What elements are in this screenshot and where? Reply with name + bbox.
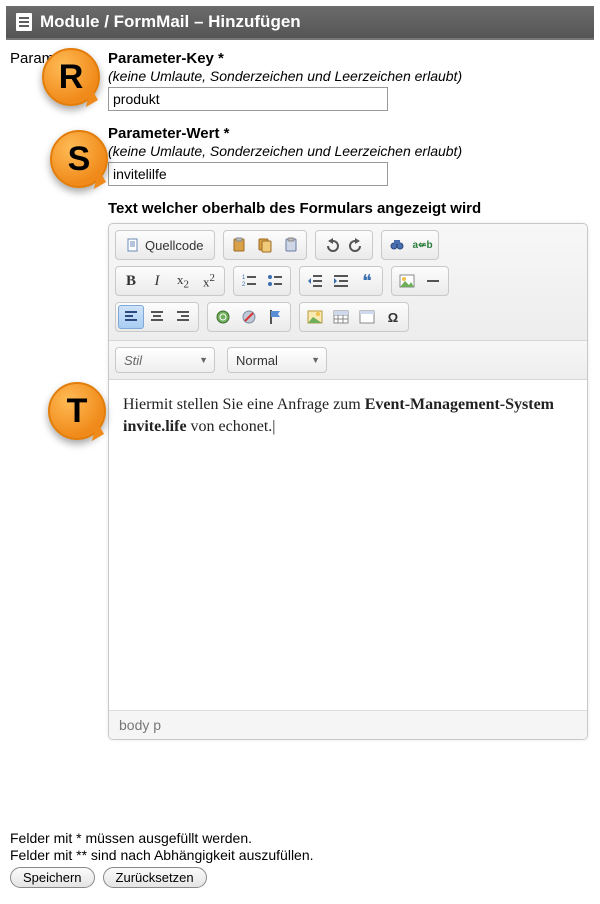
clipboard-paste-icon [283, 237, 299, 253]
link-icon [215, 309, 231, 325]
align-left-button[interactable] [118, 305, 144, 329]
editor-content[interactable]: Hiermit stellen Sie eine Anfrage zum Eve… [109, 380, 587, 710]
align-center-button[interactable] [144, 305, 170, 329]
picture-icon [307, 309, 323, 325]
title-bar: Module / FormMail – Hinzufügen [6, 6, 594, 40]
rich-text-editor: Quellcode [108, 223, 588, 740]
outdent-icon [307, 273, 323, 289]
align-right-icon [175, 309, 191, 325]
label-parameter-value: Parameter-Wert * [108, 125, 588, 142]
copy-button[interactable] [252, 233, 278, 257]
undo-icon [323, 237, 339, 253]
blockquote-icon: ❝ [362, 271, 372, 292]
omega-icon: Ω [388, 310, 398, 325]
editor-text-suffix: von echonet. [187, 418, 273, 435]
label-text-above-form: Text welcher oberhalb des Formulars ange… [108, 200, 588, 217]
italic-icon: I [155, 273, 160, 290]
link-button[interactable] [210, 305, 236, 329]
page-title: Module / FormMail – Hinzufügen [40, 12, 301, 32]
input-parameter-value[interactable] [108, 162, 388, 186]
templates-button[interactable] [354, 305, 380, 329]
bold-button[interactable]: B [118, 269, 144, 293]
chevron-down-icon: ▼ [311, 355, 320, 365]
redo-icon [349, 237, 365, 253]
find-button[interactable] [384, 233, 410, 257]
indent-icon [333, 273, 349, 289]
table-button[interactable] [328, 305, 354, 329]
editor-text-prefix: Hiermit stellen Sie eine Anfrage zum [123, 396, 365, 413]
clipboard-cut-icon [231, 237, 247, 253]
required-note-1: Felder mit * müssen ausgefüllt werden. [10, 830, 590, 846]
numbered-list-button[interactable]: 12 [236, 269, 262, 293]
subscript-icon: x2 [177, 272, 189, 291]
blockquote-button[interactable]: ❝ [354, 269, 380, 293]
input-parameter-key[interactable] [108, 87, 388, 111]
chevron-down-icon: ▼ [199, 355, 208, 365]
align-center-icon [149, 309, 165, 325]
svg-text:1: 1 [242, 275, 246, 281]
anchor-button[interactable] [262, 305, 288, 329]
hr-button[interactable] [420, 269, 446, 293]
save-button[interactable]: Speichern [10, 867, 95, 888]
editor-status-bar: body p [109, 710, 587, 739]
superscript-icon: x2 [203, 272, 215, 290]
paste-button[interactable] [278, 233, 304, 257]
annotation-bubble-s: S [50, 130, 108, 188]
image-button[interactable] [394, 269, 420, 293]
cut-button[interactable] [226, 233, 252, 257]
required-note-2: Felder mit ** sind nach Abhängigkeit aus… [10, 847, 590, 863]
source-button[interactable]: Quellcode [118, 233, 212, 257]
bold-icon: B [126, 273, 136, 290]
format-select[interactable]: Normal ▼ [227, 347, 327, 373]
unlink-icon [241, 309, 257, 325]
outdent-button[interactable] [302, 269, 328, 293]
flag-icon [268, 309, 282, 325]
binoculars-icon [389, 237, 405, 253]
annotation-bubble-t: T [48, 382, 106, 440]
replace-icon: a⇍b [413, 240, 433, 251]
special-char-button[interactable]: Ω [380, 305, 406, 329]
unlink-button[interactable] [236, 305, 262, 329]
document-icon [126, 238, 140, 252]
replace-button[interactable]: a⇍b [410, 233, 436, 257]
annotation-bubble-r: R [42, 48, 100, 106]
format-select-label: Normal [236, 353, 278, 368]
page-icon [16, 13, 32, 31]
horizontal-rule-icon [425, 273, 441, 289]
insert-image-button[interactable] [302, 305, 328, 329]
align-right-button[interactable] [170, 305, 196, 329]
label-parameter-key: Parameter-Key * [108, 50, 588, 67]
clipboard-copy-icon [257, 237, 273, 253]
window-icon [359, 309, 375, 325]
superscript-button[interactable]: x2 [196, 269, 222, 293]
redo-button[interactable] [344, 233, 370, 257]
align-left-icon [123, 309, 139, 325]
text-caret: | [272, 418, 275, 435]
table-icon [333, 309, 349, 325]
indent-button[interactable] [328, 269, 354, 293]
bulleted-list-icon [267, 273, 283, 289]
subscript-button[interactable]: x2 [170, 269, 196, 293]
numbered-list-icon: 12 [241, 273, 257, 289]
image-icon [399, 273, 415, 289]
style-select-label: Stil [124, 353, 142, 368]
bulleted-list-button[interactable] [262, 269, 288, 293]
style-select[interactable]: Stil ▼ [115, 347, 215, 373]
undo-button[interactable] [318, 233, 344, 257]
hint-parameter-key: (keine Umlaute, Sonderzeichen und Leerze… [108, 68, 588, 84]
hint-parameter-value: (keine Umlaute, Sonderzeichen und Leerze… [108, 143, 588, 159]
editor-element-path[interactable]: body p [119, 717, 161, 733]
svg-text:2: 2 [242, 282, 246, 288]
italic-button[interactable]: I [144, 269, 170, 293]
reset-button[interactable]: Zurücksetzen [103, 867, 207, 888]
source-button-label: Quellcode [145, 238, 204, 253]
